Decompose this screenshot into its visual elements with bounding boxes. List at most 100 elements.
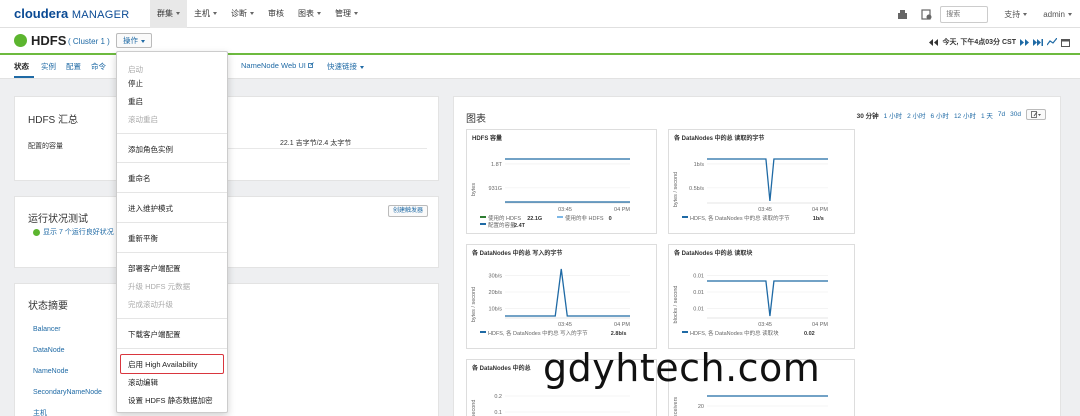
create-trigger-button[interactable]: 创建触发器 [387,205,428,217]
time-range-option[interactable]: 1 小时 [884,110,902,120]
time-controls: 今天, 下午4点03分 CST [929,37,1070,47]
menu-item[interactable]: 进入维护模式 [128,203,173,214]
time-range-option[interactable]: 2 小时 [907,110,925,120]
parcel-icon[interactable] [892,4,912,24]
actions-label: 操作 [123,36,138,45]
time-range-option[interactable]: 12 小时 [954,110,976,120]
chart-card-datanode-bytes-read: 各 DataNodes 中的总 读取的字节 bytes / second 1b/s… [668,129,855,234]
main-nav-menu: 群集 主机 诊断 审核 图表 管理 [150,0,365,28]
capacity-label: 配置的容量 [28,143,63,150]
menu-divider [117,162,227,163]
legend-swatch [682,331,688,333]
chart-datanode-bytes-written: bytes / second 30b/s 20b/s 10b/s 03:45 04 PM H… [471,268,630,337]
y-axis-label: bytes / second [673,172,679,207]
menu-item[interactable]: 停止 [128,78,143,89]
menu-item: 启动 [128,65,143,74]
menu-item[interactable]: 部署客户端配置 [128,263,181,274]
nav-item-label: 群集 [157,9,173,18]
legend-swatch [557,216,563,218]
tab-namenode-web-ui[interactable]: NameNode Web UI [241,61,314,70]
current-time[interactable]: 今天, 下午4点03分 CST [942,37,1016,47]
chevron-down-icon [176,12,180,16]
forward-icon[interactable] [1020,38,1029,46]
tab-status[interactable]: 状态 [14,61,29,72]
menu-item[interactable]: 下载客户端配置 [128,329,181,340]
nav-item-3[interactable]: 审核 [261,0,291,28]
status-item-namenode[interactable]: NameNode [33,368,68,375]
logo-brand: cloudera [14,6,69,21]
cluster-link[interactable]: ( Cluster 1 ) [68,37,110,46]
time-range-option[interactable]: 7d [998,111,1005,118]
chart-config-button[interactable] [1026,109,1046,120]
nav-item-1[interactable]: 主机 [187,0,224,28]
menu-item[interactable]: 滚动编辑 [128,377,158,388]
menu-item[interactable]: 启用 High Availability [128,359,197,370]
status-item-datanode[interactable]: DataNode [33,347,65,354]
y-tick-label: 0.01 [693,273,704,279]
y-tick-label: 1b/s [694,162,705,168]
top-navbar: cloudera MANAGER 群集 主机 诊断 审核 图表 管理 支持 admin [0,0,1080,28]
cloudera-logo[interactable]: cloudera MANAGER [14,6,130,21]
x-tick-label: 04 PM [614,207,630,213]
service-status-icon [14,34,27,47]
menu-divider [117,252,227,253]
menu-item[interactable]: 重新平衡 [128,233,158,244]
support-menu[interactable]: 支持 [996,9,1035,20]
rewind-icon[interactable] [929,38,939,46]
menu-item[interactable]: 添加角色实例 [128,144,173,155]
time-range-option[interactable]: 30d [1010,111,1021,118]
actions-button[interactable]: 操作 [116,33,152,48]
menu-item[interactable]: 设置 HDFS 静态数据加密 [128,395,213,406]
tab-instances[interactable]: 实例 [41,61,56,72]
chart-card-hdfs-capacity: HDFS 容量 bytes 1.8T 931G 03:45 04 PM 使用的 HDFS 2… [466,129,657,234]
tab-namenode-web-ui-label: NameNode Web UI [241,61,306,70]
nav-item-2[interactable]: 诊断 [224,0,261,28]
health-tests-title: 运行状况测试 [28,214,88,225]
legend-label: HDFS, 各 DataNodes 中的总 写入的字节 [488,329,588,337]
x-tick-label: 03:45 [558,322,572,328]
status-item-secondarynamenode[interactable]: SecondaryNameNode [33,389,102,396]
legend-swatch [480,331,486,333]
menu-item: 滚动重启 [128,115,158,124]
tab-commands[interactable]: 命令 [91,61,106,72]
health-summary-link[interactable]: 显示 7 个运行良好状况 [33,227,114,237]
chart-icon[interactable] [1047,38,1057,46]
tab-quick-links[interactable]: 快速链接 [327,61,364,72]
time-range-option[interactable]: 30 分钟 [857,110,879,120]
status-item-hosts[interactable]: 主机 [33,408,47,416]
legend-value: 1b/s [813,216,824,222]
time-range-option[interactable]: 6 小时 [931,110,949,120]
y-axis-label: receivers [673,397,679,416]
nav-item-5[interactable]: 管理 [328,0,365,28]
menu-divider [117,222,227,223]
chart-datanode-blocks-read: blocks / second 0.01 0.01 0.01 03:45 04 PM HDF… [673,273,828,337]
legend-value: 2.4T [514,223,526,229]
user-menu[interactable]: admin [1035,10,1080,19]
skip-end-icon[interactable] [1033,38,1043,46]
chevron-down-icon [360,65,364,69]
y-tick-label: 931G [489,186,502,192]
chevron-down-icon [1068,12,1072,16]
menu-item[interactable]: 重命名 [128,173,151,184]
chevron-down-icon [250,12,254,16]
status-item-balancer[interactable]: Balancer [33,326,61,333]
chevron-down-icon [317,12,321,16]
calendar-icon[interactable] [1061,38,1070,47]
legend-label: HDFS, 各 DataNodes 中的总 读取块 [690,329,779,337]
health-summary-text: 显示 7 个运行良好状况 [43,229,114,236]
nav-item-4[interactable]: 图表 [291,0,328,28]
x-tick-label: 03:45 [758,322,772,328]
series-line [707,158,828,202]
tab-configuration[interactable]: 配置 [66,61,81,72]
legend-value: 2.8b/s [611,331,627,337]
tasks-icon[interactable] [916,4,936,24]
legend-swatch [480,216,486,218]
nav-item-0[interactable]: 群集 [150,0,187,28]
menu-item[interactable]: 重启 [128,96,143,107]
legend-value: 22.1G [527,216,542,222]
time-range-option[interactable]: 1 天 [981,110,993,120]
capacity-divider [227,148,427,149]
legend-value: 0 [609,216,612,222]
search-input[interactable] [940,5,989,23]
nav-item-label: 主机 [194,9,210,18]
